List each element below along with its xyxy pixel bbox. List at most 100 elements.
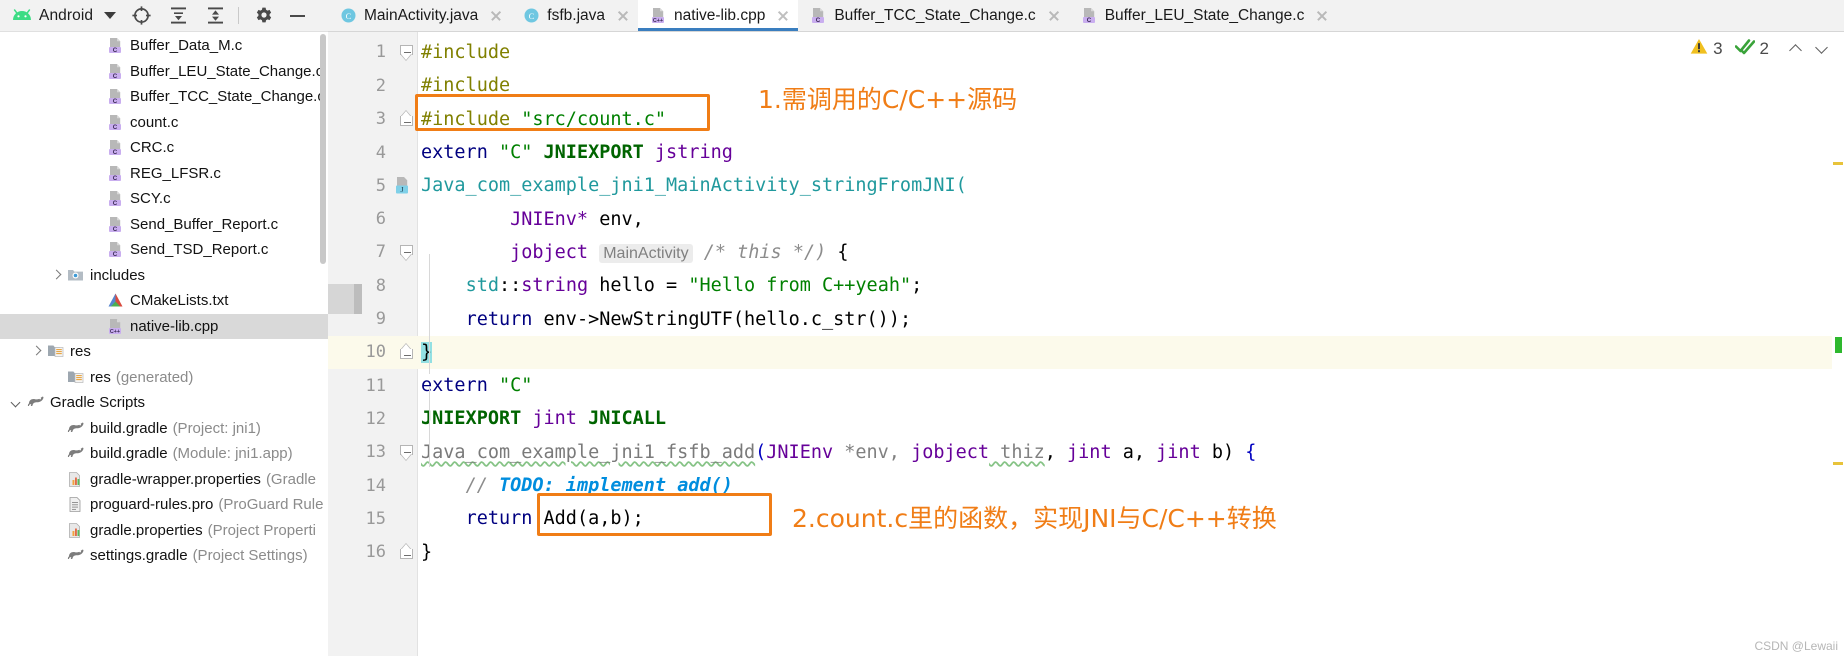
editor-tab-native-lib-cpp[interactable]: C++ native-lib.cpp xyxy=(638,0,799,31)
c-file-icon: C xyxy=(1081,7,1098,24)
settings-gear-icon[interactable] xyxy=(252,4,276,28)
close-icon[interactable] xyxy=(489,9,503,23)
gradle-icon xyxy=(67,420,84,437)
project-pane-title[interactable]: Android xyxy=(39,7,93,25)
rail-warning-mark[interactable] xyxy=(1833,462,1843,465)
code-line-text: Java_com_example_jni1_MainActivity_strin… xyxy=(421,175,967,197)
code-line-1[interactable]: 1 #include xyxy=(328,36,1844,69)
hide-pane-icon[interactable] xyxy=(286,5,308,27)
code-line-16[interactable]: 16} xyxy=(328,536,1844,569)
tree-item-buffer-data-m-c[interactable]: C Buffer_Data_M.c xyxy=(0,33,328,59)
code-line-13[interactable]: 13 Java_com_example_jni1_fsfb_add(JNIEnv … xyxy=(328,436,1844,469)
chevron-down-icon[interactable] xyxy=(104,12,117,19)
line-number: 9 xyxy=(375,309,386,330)
code-line-text: return Add(a,b); xyxy=(465,508,644,530)
tree-item-count-c[interactable]: C count.c xyxy=(0,110,328,136)
tree-item-proguard-rules-pro[interactable]: proguard-rules.pro (ProGuard Rule xyxy=(0,492,328,518)
close-icon[interactable] xyxy=(616,9,630,23)
tree-item-res[interactable]: res (generated) xyxy=(0,365,328,391)
project-file-tree[interactable]: C Buffer_Data_M.c C Buffer_LEU_State_Cha… xyxy=(0,32,328,656)
svg-text:C: C xyxy=(346,11,352,21)
tree-item-send-tsd-report-c[interactable]: C Send_TSD_Report.c xyxy=(0,237,328,263)
close-icon[interactable] xyxy=(776,9,790,23)
chevron-right-icon[interactable] xyxy=(50,269,63,282)
warning-triangle-icon xyxy=(1690,38,1708,60)
editor-tab-buffer-tcc-state-change-c[interactable]: C Buffer_TCC_State_Change.c xyxy=(798,0,1068,31)
code-line-14[interactable]: 14 // TODO: implement add() xyxy=(328,469,1844,502)
file-tree-scrollbar[interactable] xyxy=(320,34,326,264)
select-opened-file-icon[interactable] xyxy=(129,4,153,28)
code-line-7[interactable]: 7 jobject MainActivity /* this */) { xyxy=(328,236,1844,269)
tree-item-buffer-tcc-state-change-c[interactable]: C Buffer_TCC_State_Change.c xyxy=(0,84,328,110)
code-line-5[interactable]: 5 J Java_com_example_jni1_MainActivity_s… xyxy=(328,169,1844,202)
tree-item-crc-c[interactable]: C CRC.c xyxy=(0,135,328,161)
rail-ok-mark[interactable] xyxy=(1835,337,1842,353)
chevron-down-icon[interactable] xyxy=(1814,41,1830,57)
code-line-11[interactable]: 11 extern "C" xyxy=(328,369,1844,402)
tree-item-cmakelists-txt[interactable]: CMakeLists.txt xyxy=(0,288,328,314)
editor-tab-label: fsfb.java xyxy=(547,6,606,24)
code-line-9[interactable]: 9 return env->NewStringUTF(hello.c_str()… xyxy=(328,302,1844,335)
rail-warning-mark[interactable] xyxy=(1833,162,1843,165)
code-fold-end-icon[interactable] xyxy=(400,343,414,360)
code-line-6[interactable]: 6 JNIEnv* env, xyxy=(328,203,1844,236)
gradle-icon xyxy=(27,394,44,411)
editor-tab-mainactivity-java[interactable]: C MainActivity.java xyxy=(328,0,511,31)
toolbar-divider xyxy=(238,7,240,24)
tree-item-subtitle: (Gradle xyxy=(265,470,316,488)
editor-marker-rail[interactable] xyxy=(1832,32,1844,656)
project-pane: Android C Buffer_Data_M.c C Buffer_LEU_S… xyxy=(0,0,328,656)
properties-icon xyxy=(67,522,84,539)
code-editor[interactable]: 1 #include 2 #include 3 #include "src/count… xyxy=(328,32,1844,656)
code-fold-end-icon[interactable] xyxy=(400,110,414,127)
chevron-right-icon[interactable] xyxy=(30,345,43,358)
code-line-10[interactable]: 10} xyxy=(328,335,1844,369)
tree-item-send-buffer-report-c[interactable]: C Send_Buffer_Report.c xyxy=(0,212,328,238)
tree-item-native-lib-cpp[interactable]: C++ native-lib.cpp xyxy=(0,313,328,339)
editor-tab-buffer-leu-state-change-c[interactable]: C Buffer_LEU_State_Change.c xyxy=(1069,0,1338,31)
collapse-all-icon[interactable] xyxy=(203,4,227,28)
tree-item-includes[interactable]: includes xyxy=(0,263,328,289)
tree-item-build-gradle[interactable]: build.gradle (Module: jni1.app) xyxy=(0,441,328,467)
tree-item-reg-lfsr-c[interactable]: C REG_LFSR.c xyxy=(0,161,328,187)
c-file-icon: C xyxy=(107,190,124,207)
tree-item-gradle-properties[interactable]: gradle.properties (Project Properti xyxy=(0,518,328,544)
code-fold-end-icon[interactable] xyxy=(400,543,414,560)
code-line-2[interactable]: 2 #include xyxy=(328,69,1844,102)
code-line-8[interactable]: 8 std::string hello = "Hello from C++yea… xyxy=(328,269,1844,302)
tree-item-buffer-leu-state-change-c[interactable]: C Buffer_LEU_State_Change.c xyxy=(0,59,328,85)
code-line-text: return env->NewStringUTF(hello.c_str()); xyxy=(465,308,912,330)
expand-all-icon[interactable] xyxy=(166,4,190,28)
chevron-down-icon[interactable] xyxy=(10,396,23,409)
tree-item-build-gradle[interactable]: build.gradle (Project: jni1) xyxy=(0,416,328,442)
code-fold-tip-icon[interactable] xyxy=(400,445,414,462)
tree-item-label: Gradle Scripts xyxy=(50,394,146,412)
indent-guide xyxy=(429,387,430,467)
code-fold-tip-icon[interactable] xyxy=(400,245,414,262)
text-file-icon xyxy=(67,496,84,513)
tree-item-gradle-wrapper-properties[interactable]: gradle-wrapper.properties (Gradle xyxy=(0,467,328,493)
tree-item-settings-gradle[interactable]: settings.gradle (Project Settings) xyxy=(0,543,328,569)
tree-item-gradle-scripts[interactable]: Gradle Scripts xyxy=(0,390,328,416)
code-fold-tip-icon[interactable] xyxy=(400,45,414,62)
code-line-12[interactable]: 12 JNIEXPORT jint JNICALL xyxy=(328,402,1844,435)
tree-item-scy-c[interactable]: C SCY.c xyxy=(0,186,328,212)
tree-item-res[interactable]: res xyxy=(0,339,328,365)
chevron-up-icon[interactable] xyxy=(1788,41,1804,57)
android-studio-window: Android C Buffer_Data_M.c C Buffer_LEU_S… xyxy=(0,0,1844,656)
inspection-status-widget[interactable]: 3 2 xyxy=(1690,38,1830,60)
tree-item-label: REG_LFSR.c xyxy=(130,164,221,182)
editor-tab-fsfb-java[interactable]: C fsfb.java xyxy=(511,0,638,31)
project-toolbar: Android xyxy=(0,0,328,32)
line-number: 2 xyxy=(375,75,386,96)
close-icon[interactable] xyxy=(1047,9,1061,23)
code-line-4[interactable]: 4 extern "C" JNIEXPORT jstring xyxy=(328,136,1844,169)
close-icon[interactable] xyxy=(1315,9,1329,23)
code-line-3[interactable]: 3 #include "src/count.c" xyxy=(328,103,1844,136)
java-method-marker-icon[interactable]: J xyxy=(394,176,413,195)
